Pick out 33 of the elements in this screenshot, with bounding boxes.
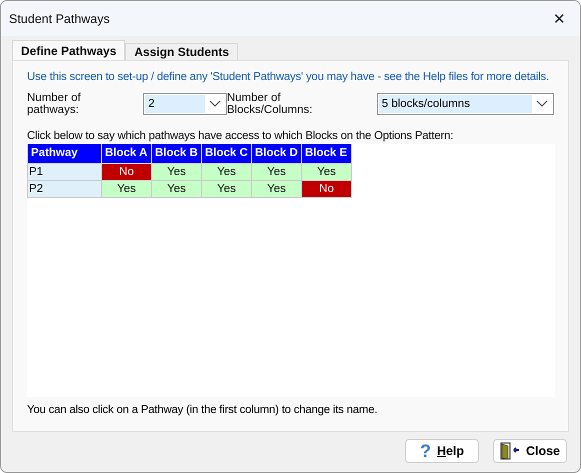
access-cell[interactable]: Yes: [152, 163, 202, 180]
help-icon: ?: [420, 442, 431, 460]
pathway-cell[interactable]: P2: [28, 180, 102, 197]
tab[interactable]: Assign Students: [125, 43, 238, 60]
access-cell[interactable]: Yes: [152, 180, 202, 197]
pathway-cell[interactable]: P1: [28, 163, 102, 180]
close-button[interactable]: ✕: [549, 10, 570, 28]
column-header: Block A: [102, 144, 152, 163]
column-header: Block D: [252, 144, 302, 163]
column-header: Block B: [152, 144, 202, 163]
pathways-dropdown[interactable]: 2: [143, 93, 227, 115]
field-label: Number of Blocks/Columns:: [226, 92, 314, 116]
access-cell[interactable]: Yes: [102, 180, 152, 197]
instruction-text: Click below to say which pathways have access to which Blocks on the Options Pattern:: [27, 130, 454, 142]
access-cell[interactable]: No: [302, 180, 352, 197]
close-button[interactable]: Close: [493, 439, 567, 463]
field-label: Number of pathways:: [27, 92, 82, 116]
access-cell[interactable]: Yes: [252, 180, 302, 197]
door-exit-icon: [500, 442, 520, 460]
access-cell[interactable]: No: [102, 163, 152, 180]
access-cell[interactable]: Yes: [202, 180, 252, 197]
tab[interactable]: Define Pathways: [12, 40, 126, 60]
column-header: Pathway: [28, 144, 102, 163]
intro-text: Use this screen to set-up / define any 'Student Pathways' you may have - see the Help files for more details.: [27, 71, 550, 83]
access-cell[interactable]: Yes: [302, 163, 352, 180]
access-cell[interactable]: Yes: [252, 163, 302, 180]
access-cell[interactable]: Yes: [202, 163, 252, 180]
column-header: Block E: [302, 144, 352, 163]
help-button[interactable]: ? Help: [405, 439, 479, 463]
column-header: Block C: [202, 144, 252, 163]
window-title: Student Pathways: [9, 12, 110, 26]
footer-note: You can also click on a Pathway (in the first column) to change its name.: [27, 404, 378, 416]
blocks-dropdown[interactable]: 5 blocks/columns: [376, 93, 554, 115]
